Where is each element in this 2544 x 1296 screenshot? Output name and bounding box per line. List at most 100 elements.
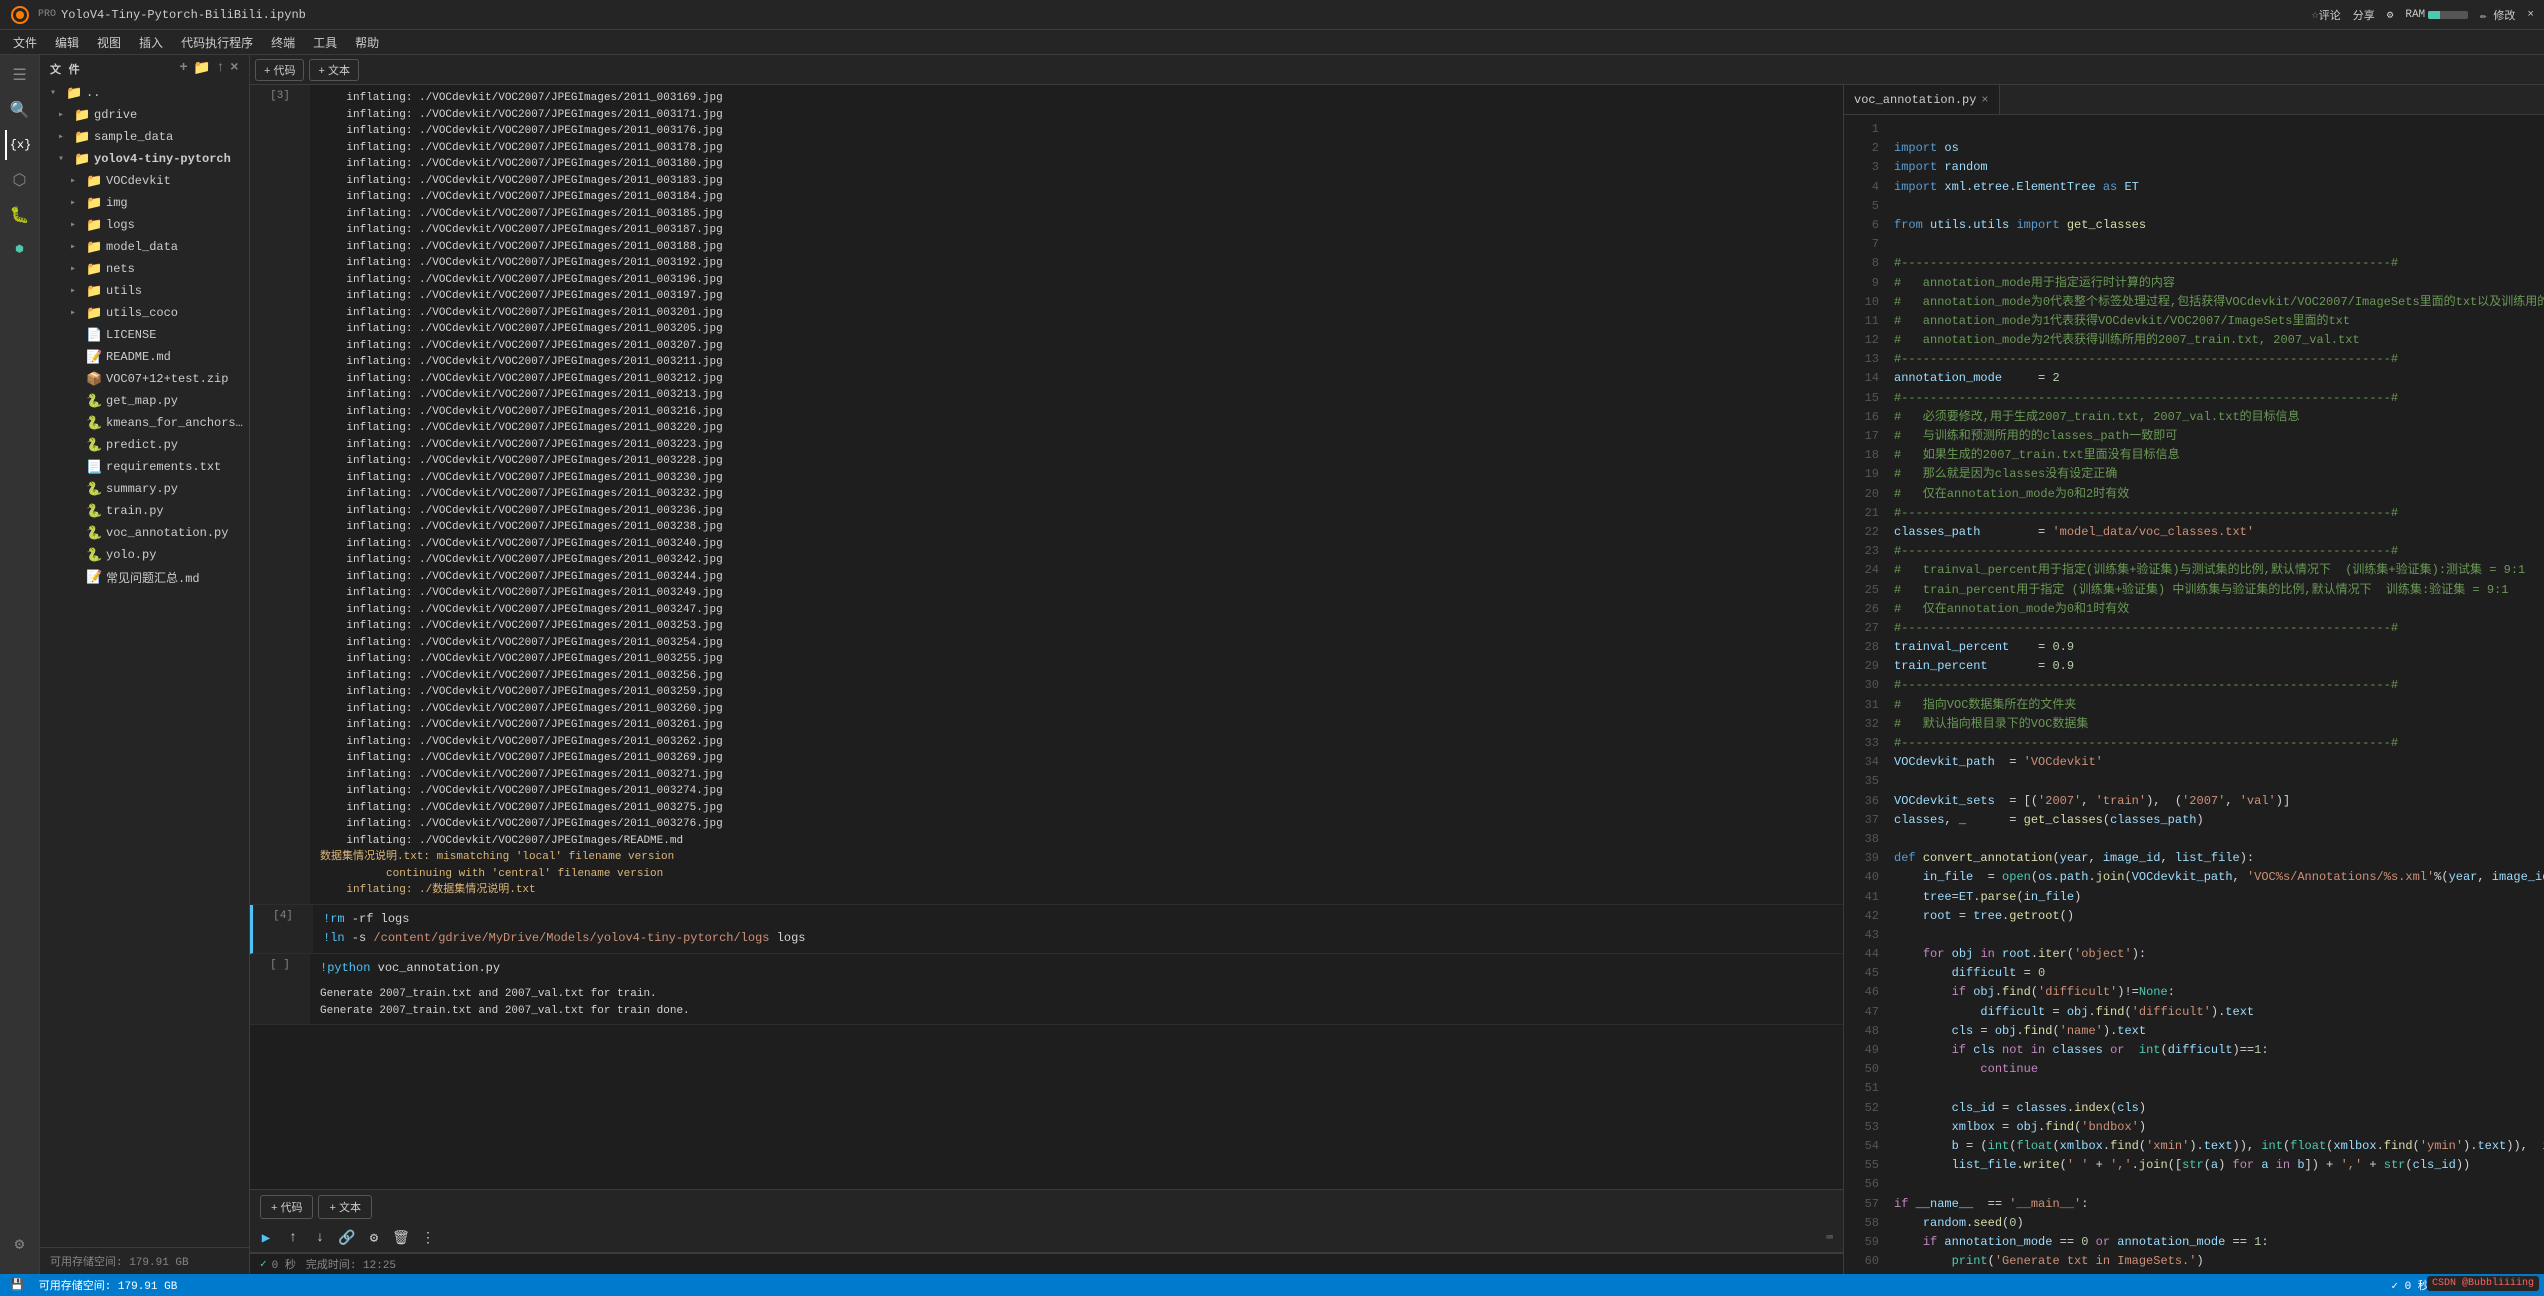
tree-item-logs[interactable]: ▸ 📁 logs xyxy=(40,214,249,236)
code-area[interactable]: 12345 678910 1112131415 1617181920 21222… xyxy=(1844,115,2544,1274)
comment-btn[interactable]: 评论 xyxy=(2319,7,2341,23)
output-line: Generate 2007_train.txt and 2007_val.txt… xyxy=(320,1003,1833,1020)
arrow-icon: ▸ xyxy=(70,241,86,253)
menu-edit[interactable]: 编辑 xyxy=(47,32,87,53)
folder-icon: 📁 xyxy=(74,108,90,123)
new-folder-btn[interactable]: 📁 xyxy=(193,60,211,77)
activity-search[interactable]: 🔍 xyxy=(5,95,35,125)
output-line: inflating: ./VOCdevkit/VOC2007/JPEGImage… xyxy=(320,90,1833,107)
output-line: inflating: ./VOCdevkit/VOC2007/JPEGImage… xyxy=(320,354,1833,371)
arrow-icon: ▸ xyxy=(70,197,86,209)
output-line: inflating: ./VOCdevkit/VOC2007/JPEGImage… xyxy=(320,503,1833,520)
delete-btn[interactable]: 🗑 xyxy=(390,1227,412,1249)
cell-gutter-4: [4] xyxy=(253,905,313,953)
tree-item-train[interactable]: 🐍 train.py xyxy=(40,500,249,522)
pro-badge: PRO xyxy=(38,9,56,20)
editor-tab-voc-annotation[interactable]: voc_annotation.py × xyxy=(1844,85,2000,114)
py-file-icon: 🐍 xyxy=(86,416,102,431)
menu-run[interactable]: 代码执行程序 xyxy=(173,32,261,53)
share-btn[interactable]: 分享 xyxy=(2353,7,2375,23)
py-file-icon: 🐍 xyxy=(86,394,102,409)
bottom-bar: 💾 可用存储空间: 179.91 GB ✓ 0 秒 完成时间: 12:25 xyxy=(0,1274,2544,1296)
menu-view[interactable]: 视图 xyxy=(89,32,129,53)
tree-item-license[interactable]: 📄 LICENSE xyxy=(40,324,249,346)
collapse-btn[interactable]: × xyxy=(230,60,239,77)
tree-item-model-data[interactable]: ▸ 📁 model_data xyxy=(40,236,249,258)
activity-debug[interactable]: 🐛 xyxy=(5,200,35,230)
output-line: inflating: ./VOCdevkit/VOC2007/JPEGImage… xyxy=(320,651,1833,668)
folder-icon: 📁 xyxy=(86,306,102,321)
cell-gutter-5: [ ] xyxy=(250,954,310,1024)
menu-insert[interactable]: 插入 xyxy=(131,32,171,53)
menu-tools[interactable]: 工具 xyxy=(305,32,345,53)
tree-item-getmap[interactable]: 🐍 get_map.py xyxy=(40,390,249,412)
arrow-icon: ▸ xyxy=(70,219,86,231)
link-btn[interactable]: 🔗 xyxy=(336,1227,358,1249)
menu-file[interactable]: 文件 xyxy=(5,32,45,53)
check-icon: ✓ xyxy=(260,1257,267,1271)
settings-btn[interactable]: ⚙ xyxy=(363,1227,385,1249)
activity-menu[interactable]: ☰ xyxy=(5,60,35,90)
tree-item-yolo[interactable]: 🐍 yolo.py xyxy=(40,544,249,566)
tree-item-faq[interactable]: 📝 常见问题汇总.md xyxy=(40,566,249,588)
tree-item-kmeans[interactable]: 🐍 kmeans_for_anchors.py xyxy=(40,412,249,434)
tree-item-requirements[interactable]: 📃 requirements.txt xyxy=(40,456,249,478)
code-editor: voc_annotation.py × 12345 678910 1112131… xyxy=(1844,85,2544,1274)
tree-item-sample-data[interactable]: ▸ 📁 sample_data xyxy=(40,126,249,148)
tree-item-voc-annotation[interactable]: 🐍 voc_annotation.py xyxy=(40,522,249,544)
edit-btn[interactable]: ✏ 修改 xyxy=(2480,7,2515,23)
activity-extensions[interactable]: ⬡ xyxy=(5,165,35,195)
title-bar: PRO YoloV4-Tiny-Pytorch-BiliBili.ipynb ☆… xyxy=(0,0,2544,30)
run-btn[interactable]: ▶ xyxy=(255,1227,277,1249)
settings-icon[interactable]: ⚙ xyxy=(2387,8,2394,22)
tree-item-nets[interactable]: ▸ 📁 nets xyxy=(40,258,249,280)
tree-item-dotdot[interactable]: ▾ 📁 .. xyxy=(40,82,249,104)
free-space-label: 可用存储空间: 179.91 GB xyxy=(39,1277,178,1293)
new-file-btn[interactable]: + xyxy=(179,60,188,77)
tree-item-gdrive[interactable]: ▸ 📁 gdrive xyxy=(40,104,249,126)
status-time: 0 秒 xyxy=(272,1256,296,1272)
move-up-btn[interactable]: ↑ xyxy=(282,1227,304,1249)
more-btn[interactable]: ⋮ xyxy=(417,1227,439,1249)
md-file-icon: 📝 xyxy=(86,350,102,365)
activity-bar: ☰ 🔍 {x} ⬡ 🐛 ⬢ ⚙ xyxy=(0,55,40,1274)
py-file-icon: 🐍 xyxy=(86,548,102,563)
output-line: inflating: ./VOCdevkit/VOC2007/JPEGImage… xyxy=(320,156,1833,173)
add-text-cell-btn[interactable]: + 文本 xyxy=(318,1195,371,1219)
py-file-icon: 🐍 xyxy=(86,526,102,541)
menu-bar: 文件 编辑 视图 插入 代码执行程序 终端 工具 帮助 xyxy=(0,30,2544,55)
upload-btn[interactable]: ↑ xyxy=(216,60,225,77)
tree-item-predict[interactable]: 🐍 predict.py xyxy=(40,434,249,456)
tree-item-img[interactable]: ▸ 📁 img xyxy=(40,192,249,214)
output-line: inflating: ./VOCdevkit/VOC2007/JPEGImage… xyxy=(320,635,1833,652)
activity-colab[interactable]: ⬢ xyxy=(5,235,35,265)
menu-terminal[interactable]: 终端 xyxy=(263,32,303,53)
star-icon[interactable]: ☆ xyxy=(2311,7,2318,22)
menu-help[interactable]: 帮助 xyxy=(347,32,387,53)
output-line: inflating: ./VOCdevkit/VOC2007/JPEGImage… xyxy=(320,222,1833,239)
arrow-icon: ▸ xyxy=(70,175,86,187)
tree-item-zip[interactable]: 📦 VOC07+12+test.zip xyxy=(40,368,249,390)
move-down-btn[interactable]: ↓ xyxy=(309,1227,331,1249)
tree-item-utils[interactable]: ▸ 📁 utils xyxy=(40,280,249,302)
disk-icon: 💾 xyxy=(10,1278,24,1292)
tree-item-readme[interactable]: 📝 README.md xyxy=(40,346,249,368)
tree-item-yolov4[interactable]: ▾ 📁 yolov4-tiny-pytorch xyxy=(40,148,249,170)
add-text-btn[interactable]: + 文本 xyxy=(309,59,358,81)
tree-item-utils-coco[interactable]: ▸ 📁 utils_coco xyxy=(40,302,249,324)
cell-gutter-3: [3] xyxy=(250,85,310,904)
add-code-btn[interactable]: + 代码 xyxy=(255,59,304,81)
tree-item-vocdevkit[interactable]: ▸ 📁 VOCdevkit xyxy=(40,170,249,192)
add-code-cell-btn[interactable]: + 代码 xyxy=(260,1195,313,1219)
ram-bar xyxy=(2428,11,2468,19)
folder-icon: 📁 xyxy=(86,174,102,189)
ram-indicator: RAM xyxy=(2405,9,2468,21)
output-line: inflating: ./VOCdevkit/VOC2007/JPEGImage… xyxy=(320,206,1833,223)
cell-number-5: [ ] xyxy=(270,959,290,971)
activity-explorer[interactable]: {x} xyxy=(5,130,35,160)
activity-settings[interactable]: ⚙ xyxy=(5,1229,35,1259)
tab-close-btn[interactable]: × xyxy=(1981,93,1988,107)
output-line: inflating: ./VOCdevkit/VOC2007/JPEGImage… xyxy=(320,486,1833,503)
tree-item-summary[interactable]: 🐍 summary.py xyxy=(40,478,249,500)
close-btn[interactable]: × xyxy=(2527,9,2534,21)
